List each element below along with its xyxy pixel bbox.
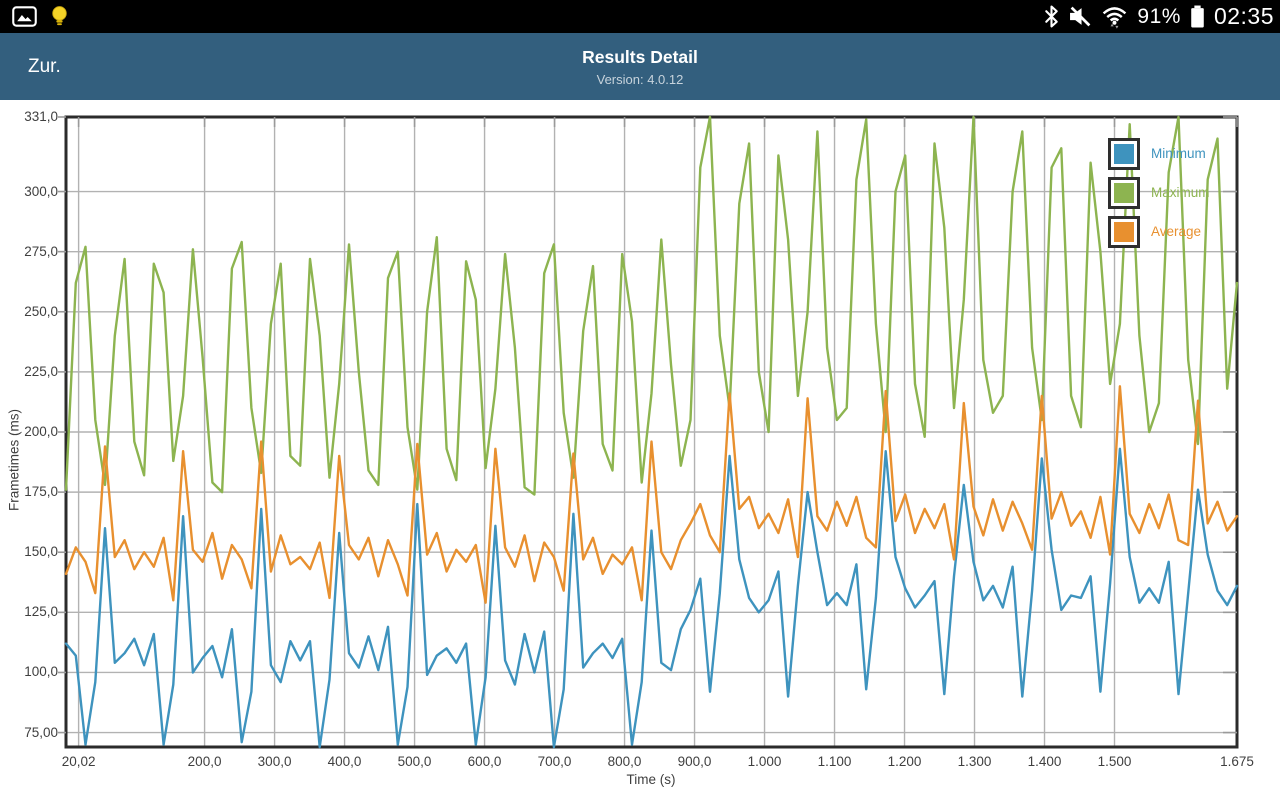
chart-plot-area	[58, 115, 1239, 749]
x-tick-label: 200,0	[187, 754, 222, 769]
y-tick-label: 225,0	[24, 363, 58, 379]
legend-label-minimum: Minimum	[1151, 146, 1206, 161]
x-tick-label: 600,0	[467, 754, 502, 769]
x-tick-label: 1.200	[887, 754, 922, 769]
clock: 02:35	[1213, 3, 1274, 29]
x-tick-label: 1.300	[957, 754, 992, 769]
gallery-icon	[12, 6, 37, 27]
x-tick-label: 800,0	[607, 754, 642, 769]
app-header: Results Detail Version: 4.0.12 Zur.	[0, 33, 1280, 100]
x-axis-title: Time (s)	[626, 772, 676, 787]
battery-percent: 91%	[1137, 4, 1181, 28]
y-tick-label: 150,0	[24, 544, 58, 560]
y-tick-label: 125,0	[24, 604, 58, 620]
x-tick-label: 1.400	[1027, 754, 1062, 769]
series-average-line	[64, 385, 1239, 604]
y-axis-title: Frametimes (ms)	[6, 409, 22, 511]
average-swatch	[1108, 216, 1140, 248]
version-label: Version: 4.0.12	[596, 71, 684, 87]
battery-icon	[1190, 5, 1205, 28]
x-tick-label: 300,0	[257, 754, 292, 769]
y-tick-label: 75,00	[24, 724, 58, 740]
legend-label-average: Average	[1151, 224, 1202, 239]
legend-label-maximum: Maximum	[1151, 185, 1210, 200]
y-tick-label: 100,0	[24, 664, 58, 680]
page-title: Results Detail	[582, 46, 698, 67]
status-bar[interactable]: 91% 02:35	[0, 0, 1280, 33]
x-tick-label: 1.000	[747, 754, 782, 769]
minimum-swatch	[1108, 138, 1140, 170]
x-tick-label: 900,0	[677, 754, 712, 769]
y-tick-label: 275,0	[24, 243, 58, 259]
maximum-swatch	[1108, 177, 1140, 209]
x-tick-label: 1.100	[817, 754, 852, 769]
chart-legend: Minimum Maximum Average	[1108, 138, 1210, 255]
legend-item-average: Average	[1108, 216, 1210, 248]
lightbulb-icon	[51, 5, 68, 28]
y-tick-label: 331,0	[24, 109, 58, 124]
x-tick-label: 20,02	[61, 754, 96, 769]
y-tick-label: 300,0	[24, 183, 58, 199]
volume-muted-icon	[1069, 5, 1092, 28]
x-tick-label: 1.500	[1097, 754, 1132, 769]
x-tick-label: 700,0	[537, 754, 572, 769]
wifi-icon	[1101, 4, 1128, 29]
x-tick-label: 500,0	[397, 754, 432, 769]
x-tick-label: 400,0	[327, 754, 362, 769]
frametimes-chart: 331,0 300,0 275,0 250,0 225,0 200,0 175,0 150,0…	[0, 100, 1280, 800]
back-button[interactable]: Zur.	[28, 33, 61, 100]
bluetooth-icon	[1043, 5, 1060, 28]
x-tick-label: 1.675	[1220, 754, 1254, 769]
series-maximum-line	[64, 115, 1239, 496]
legend-item-maximum: Maximum	[1108, 177, 1210, 209]
y-tick-label: 250,0	[24, 303, 58, 319]
legend-item-minimum: Minimum	[1108, 138, 1210, 170]
